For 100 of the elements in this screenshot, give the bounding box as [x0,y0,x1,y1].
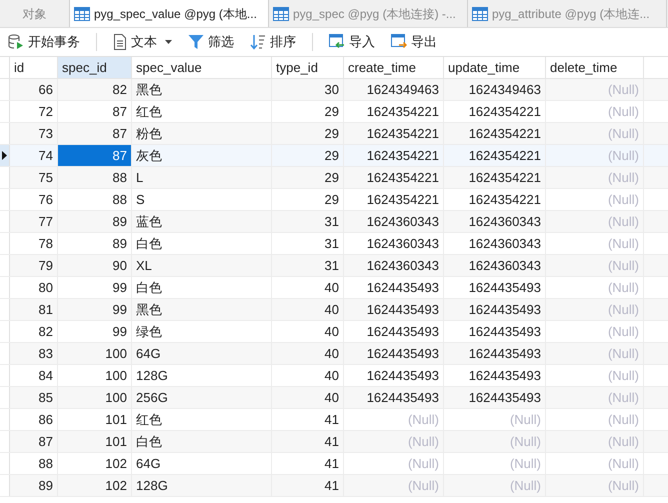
table-cell: (Null) [344,475,444,496]
table-cell: (Null) [546,431,644,452]
row-marker[interactable] [0,255,10,276]
table-cell: 100 [58,387,132,408]
table-cell: (Null) [546,475,644,496]
table-cell: 白色 [132,277,272,298]
table-cell: 40 [272,321,344,342]
table-cell: S [132,189,272,210]
row-marker[interactable] [0,387,10,408]
table-cell: 82 [10,321,58,342]
table-cell: 1624435493 [444,387,546,408]
row-marker[interactable] [0,431,10,452]
table-cell: 64G [132,343,272,364]
table-cell: 1624354221 [444,167,546,188]
table-cell: 白色 [132,233,272,254]
table-import-icon [329,34,345,50]
table-cell: 78 [10,233,58,254]
table-cell: 蓝色 [132,211,272,232]
table-cell: 1624354221 [444,101,546,122]
table-cell: 1624354221 [344,189,444,210]
table-cell: 72 [10,101,58,122]
toolbar-button[interactable]: 开始事务 [4,30,84,54]
sort-icon [250,34,266,50]
table-cell: 101 [58,431,132,452]
table-cell: 90 [58,255,132,276]
table-cell: 绿色 [132,321,272,342]
table-cell: 1624360343 [444,211,546,232]
toolbar-button[interactable]: 排序 [246,30,300,54]
table-cell: 41 [272,409,344,430]
table-cell: 87 [10,431,58,452]
table-cell: 30 [272,79,344,100]
toolbar-button[interactable]: 导出 [387,30,441,54]
table-cell: (Null) [546,189,644,210]
table-cell: 40 [272,277,344,298]
row-marker[interactable] [0,167,10,188]
row-marker[interactable] [0,145,10,166]
table-cell: (Null) [444,409,546,430]
column-header[interactable]: spec_id [58,57,132,78]
table-cell: 1624360343 [444,233,546,254]
table-cell: 99 [58,277,132,298]
table-cell: 102 [58,453,132,474]
table-cell: 40 [272,343,344,364]
table-cell: 29 [272,189,344,210]
table-cell: 99 [58,321,132,342]
table-cell: 1624349463 [444,79,546,100]
table-cell: 1624435493 [344,343,444,364]
table-cell: 1624354221 [344,145,444,166]
table-cell: (Null) [444,475,546,496]
table-cell: 1624435493 [344,277,444,298]
table-cell: 1624435493 [344,321,444,342]
table-cell: 86 [10,409,58,430]
row-marker[interactable] [0,211,10,232]
table-cell: 40 [272,387,344,408]
table-cell: (Null) [344,453,444,474]
table-cell: (Null) [546,79,644,100]
toolbar-button[interactable]: 文本 [109,30,176,54]
row-marker[interactable] [0,343,10,364]
table-cell: (Null) [546,321,644,342]
table-cell: 88 [58,167,132,188]
row-marker[interactable] [0,299,10,320]
table-cell: (Null) [546,409,644,430]
table-cell: 1624435493 [444,299,546,320]
table-cell: 1624360343 [344,233,444,254]
table-cell: 灰色 [132,145,272,166]
table-cell: 80 [10,277,58,298]
table-cell: 77 [10,211,58,232]
table-cell: 31 [272,211,344,232]
table-cell: 1624435493 [444,277,546,298]
table-cell: 87 [58,123,132,144]
row-marker[interactable] [0,123,10,144]
table-cell: (Null) [344,431,444,452]
table-icon [74,6,90,20]
table-cell: 83 [10,343,58,364]
table-cell: (Null) [546,365,644,386]
table-cell: (Null) [546,453,644,474]
table-cell: 红色 [132,101,272,122]
table-cell: 1624435493 [444,343,546,364]
table-cell: 89 [58,211,132,232]
row-marker[interactable] [0,79,10,100]
table-cell: 1624360343 [344,255,444,276]
table-cell: 64G [132,453,272,474]
table-cell: (Null) [546,255,644,276]
database-play-icon [8,34,24,50]
table-cell: 128G [132,475,272,496]
tab[interactable]: pyg_spec_value @pyg (本地... [70,0,269,27]
table-cell: (Null) [546,299,644,320]
table-cell: (Null) [546,123,644,144]
table-cell: 1624435493 [344,365,444,386]
row-marker[interactable] [0,475,10,496]
table-cell: 99 [58,299,132,320]
table-cell: 102 [58,475,132,496]
toolbar-button[interactable]: 导入 [325,30,379,54]
table-cell: 256G [132,387,272,408]
table-cell: (Null) [546,101,644,122]
table-cell: 41 [272,475,344,496]
table-cell: 1624435493 [444,321,546,342]
toolbar-button[interactable]: 筛选 [184,30,238,54]
table-cell: 红色 [132,409,272,430]
table-cell: 40 [272,299,344,320]
table-cell: 75 [10,167,58,188]
